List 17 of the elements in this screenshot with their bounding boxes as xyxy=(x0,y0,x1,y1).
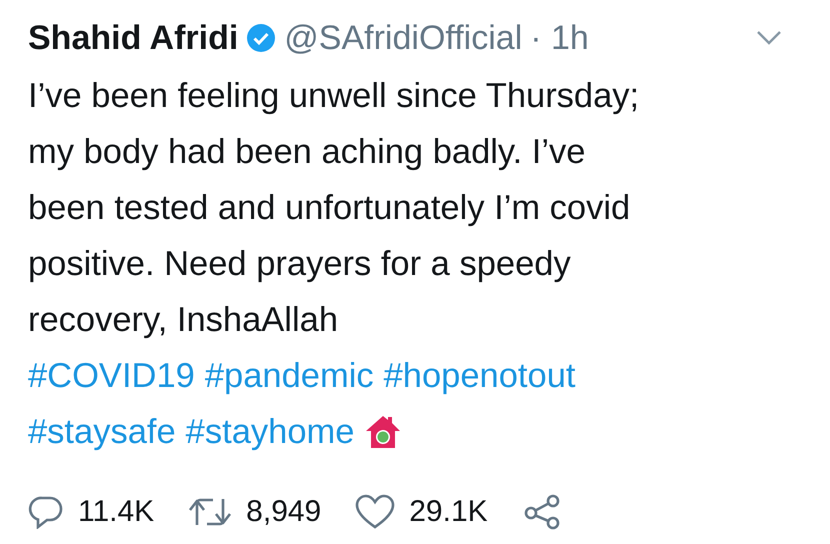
action-count: 29.1K xyxy=(409,495,488,529)
reply-icon[interactable] xyxy=(28,495,64,529)
share-icon[interactable] xyxy=(522,494,562,530)
hashtag-link[interactable]: #COVID19 xyxy=(28,348,195,404)
tweet-time: · 1h xyxy=(530,18,589,58)
hashtag-link[interactable]: #hopenotout xyxy=(384,348,576,404)
hashtag-link[interactable]: #stayhome xyxy=(186,404,354,460)
hashtag-link[interactable]: #staysafe xyxy=(28,404,176,460)
action-count: 11.4K xyxy=(78,495,154,529)
heart-icon[interactable] xyxy=(355,494,396,530)
author-name[interactable]: Shahid Afridi xyxy=(28,18,238,58)
action-count: 8,949 xyxy=(246,495,322,529)
hashtag-link[interactable]: #pandemic xyxy=(204,348,374,404)
chevron-down-icon[interactable] xyxy=(756,30,782,46)
house-icon xyxy=(364,414,402,450)
author-handle[interactable]: @SAfridiOfficial xyxy=(284,18,522,58)
tweet-text: I’ve been feeling unwell since Thursday; my body had been aching badly. I’ve been tested and unfortunately I’m covid positive. Need prayers for a speedy recovery, InshaAllah xyxy=(28,76,640,341)
